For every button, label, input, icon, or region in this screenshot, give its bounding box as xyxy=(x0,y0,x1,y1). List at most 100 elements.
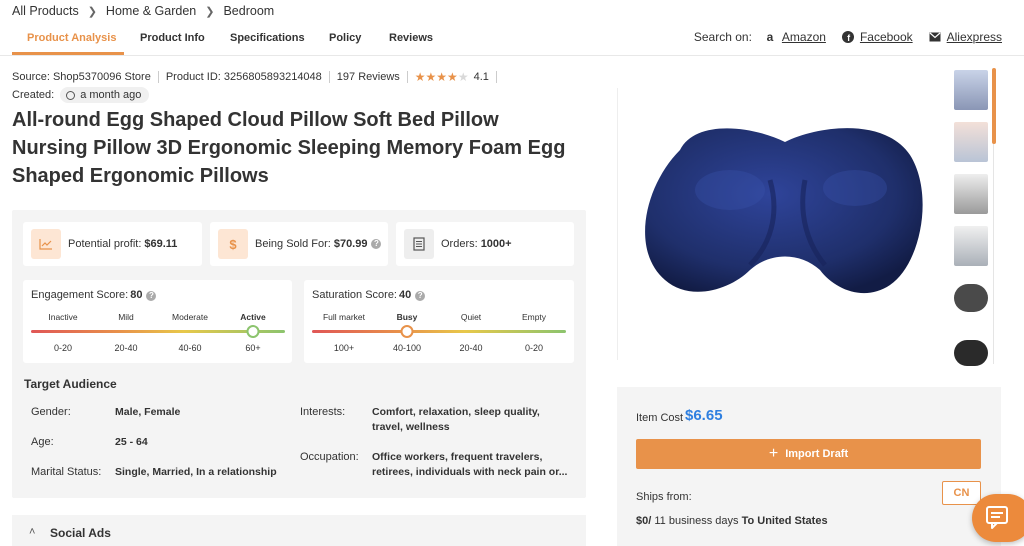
divider xyxy=(328,71,330,83)
thumbnail[interactable] xyxy=(954,226,988,266)
saturation-range: 100+ xyxy=(333,343,355,353)
saturation-label: Saturation Score: xyxy=(312,289,397,301)
engagement-level-selected: Active xyxy=(240,312,266,322)
trend-chart-icon xyxy=(31,229,61,259)
engagement-level: Moderate xyxy=(172,312,208,322)
item-cost-label: Item Cost xyxy=(636,412,684,424)
orders-label: Orders: xyxy=(441,238,478,250)
saturation-range: 0-20 xyxy=(524,343,544,353)
divider xyxy=(495,71,497,83)
help-icon[interactable]: ? xyxy=(371,239,382,249)
tab-policy[interactable]: Policy xyxy=(329,32,361,44)
breadcrumb-all-products[interactable]: All Products xyxy=(12,4,79,18)
saturation-level: Quiet xyxy=(460,312,482,322)
occupation-label: Occupation: xyxy=(300,451,359,463)
divider xyxy=(406,71,408,83)
review-count[interactable]: 197 Reviews xyxy=(337,71,400,83)
saturation-range: 40-100 xyxy=(392,343,422,353)
created-row: Created: a month ago xyxy=(12,87,150,103)
tab-reviews[interactable]: Reviews xyxy=(389,32,433,44)
product-meta: Source: Shop5370096 Store Product ID: 32… xyxy=(12,70,504,84)
saturation-gradient-bar xyxy=(312,330,566,333)
potential-profit-card: Potential profit: $69.11 xyxy=(23,222,202,266)
marital-label: Marital Status: xyxy=(31,466,102,478)
saturation-level-selected: Busy xyxy=(396,312,418,322)
ships-from-label: Ships from: xyxy=(636,491,692,503)
sold-value: $70.99 xyxy=(333,238,368,250)
shipping-cost: $0/ xyxy=(636,515,652,527)
shipping-destination: To United States xyxy=(741,515,828,527)
search-on: Search on: a Amazon f Facebook Aliexpres… xyxy=(694,30,1002,44)
plus-icon: + xyxy=(768,445,779,462)
saturation-level: Full market xyxy=(322,312,366,322)
chat-icon xyxy=(986,506,1008,529)
dollar-icon: $ xyxy=(218,229,248,259)
search-amazon-link[interactable]: Amazon xyxy=(782,30,826,44)
tab-specifications[interactable]: Specifications xyxy=(230,32,305,44)
chevron-up-icon[interactable]: ˄ xyxy=(29,526,35,538)
thumbnail[interactable] xyxy=(954,70,988,110)
thumbnail[interactable] xyxy=(954,284,988,312)
thumbnail-scroll-track xyxy=(993,144,994,364)
profit-value: $69.11 xyxy=(144,238,178,250)
age-label: Age: xyxy=(31,436,54,448)
engagement-title: Engagement Score: 80? xyxy=(31,289,157,301)
source-store: Source: Shop5370096 Store xyxy=(12,71,151,83)
facebook-icon: f xyxy=(841,31,854,43)
saturation-score-card: Saturation Score: 40? Full market Busy Qu… xyxy=(304,280,574,363)
product-id: Product ID: 3256805893214048 xyxy=(165,71,322,83)
engagement-range: 0-20 xyxy=(53,343,73,353)
divider xyxy=(157,71,159,83)
breadcrumb-home-garden[interactable]: Home & Garden xyxy=(106,4,196,18)
created-value: a month ago xyxy=(80,89,142,101)
item-cost-value: $6.65 xyxy=(685,407,723,424)
tab-product-info[interactable]: Product Info xyxy=(140,32,205,44)
created-label: Created: xyxy=(12,89,55,101)
thumbnail[interactable] xyxy=(954,174,988,214)
search-aliexpress-link[interactable]: Aliexpress xyxy=(947,30,1002,44)
sold-for-card: $ Being Sold For: $70.99 ? xyxy=(210,222,388,266)
shipping-days: 11 business days xyxy=(651,515,742,527)
image-divider xyxy=(617,88,618,360)
orders-card: Orders: 1000+ xyxy=(396,222,574,266)
document-icon xyxy=(404,229,434,259)
age-value: 25 - 64 xyxy=(115,436,148,448)
search-facebook-link[interactable]: Facebook xyxy=(860,30,913,44)
gender-value: Male, Female xyxy=(115,406,181,418)
engagement-slider-knob xyxy=(246,325,260,338)
breadcrumb-bedroom[interactable]: Bedroom xyxy=(223,4,274,18)
tab-product-analysis[interactable]: Product Analysis xyxy=(27,32,116,44)
import-draft-button[interactable]: + Import Draft xyxy=(636,439,981,469)
engagement-level: Mild xyxy=(118,312,134,322)
profit-label: Potential profit: xyxy=(68,238,142,250)
saturation-value: 40 xyxy=(399,289,412,301)
pricing-panel: Item Cost $6.65 + Import Draft Ships fro… xyxy=(617,387,1001,546)
thumbnail[interactable] xyxy=(954,122,988,162)
thumbnail-scrollbar[interactable] xyxy=(992,68,996,144)
engagement-range: 60+ xyxy=(245,343,261,353)
rating-value: 4.1 xyxy=(473,71,489,83)
saturation-level: Empty xyxy=(521,312,547,322)
breadcrumb: All Products ❯ Home & Garden ❯ Bedroom xyxy=(12,4,274,18)
clock-icon xyxy=(66,90,76,100)
amazon-icon: a xyxy=(766,30,774,44)
created-chip: a month ago xyxy=(60,87,150,103)
chat-button[interactable] xyxy=(972,494,1024,542)
gender-label: Gender: xyxy=(31,406,71,418)
marital-value: Single, Married, In a relationship xyxy=(115,466,277,478)
orders-value: 1000+ xyxy=(480,238,512,250)
social-ads-section[interactable]: ˄ Social Ads xyxy=(12,515,586,546)
active-tab-indicator xyxy=(12,52,124,55)
target-audience-title: Target Audience xyxy=(24,377,117,391)
help-icon[interactable]: ? xyxy=(146,291,157,301)
occupation-value: Office workers, frequent travelers, reti… xyxy=(372,451,568,478)
star-rating-icon: ★★★★★ xyxy=(414,70,469,84)
interests-label: Interests: xyxy=(300,406,346,418)
engagement-value: 80 xyxy=(130,289,143,301)
shipping-info: $0/ 11 business days To United States xyxy=(636,515,828,527)
mail-icon xyxy=(929,32,941,42)
chevron-right-icon: ❯ xyxy=(205,5,215,18)
help-icon[interactable]: ? xyxy=(415,291,426,301)
interests-value: Comfort, relaxation, sleep quality, trav… xyxy=(372,406,540,433)
thumbnail[interactable] xyxy=(954,340,988,366)
